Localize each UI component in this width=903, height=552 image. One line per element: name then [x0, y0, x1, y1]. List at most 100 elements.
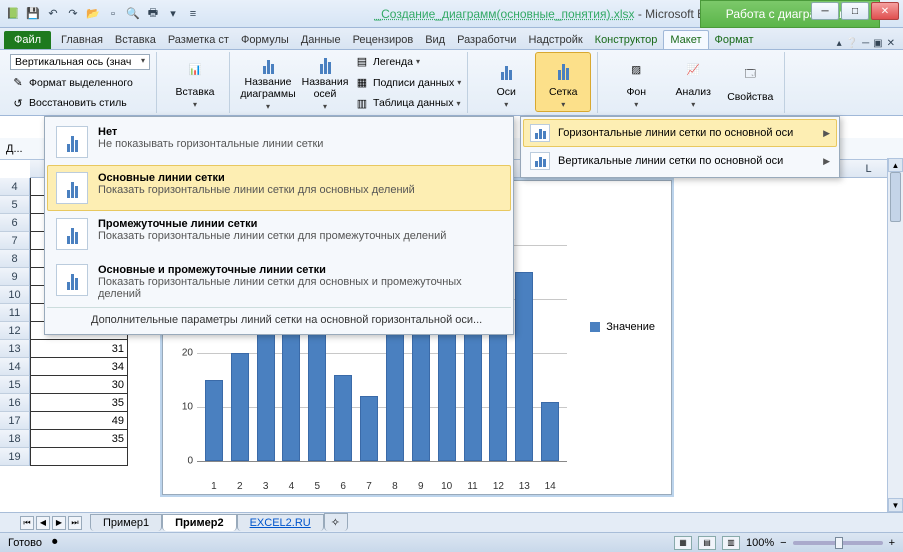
- tab-insert[interactable]: Вставка: [109, 31, 162, 49]
- row-header[interactable]: 11: [0, 304, 30, 322]
- horizontal-gridlines-item[interactable]: Горизонтальные линии сетки по основной о…: [523, 119, 837, 147]
- minimize-ribbon-icon[interactable]: ▴: [837, 38, 842, 49]
- axis-titles-button[interactable]: Названия осей▾: [297, 52, 353, 112]
- qat-customize-icon[interactable]: ≡: [184, 5, 202, 23]
- view-layout-icon[interactable]: ▤: [698, 536, 716, 550]
- vertical-scrollbar[interactable]: ▲ ▼: [887, 158, 903, 512]
- view-normal-icon[interactable]: ▦: [674, 536, 692, 550]
- tab-data[interactable]: Данные: [295, 31, 347, 49]
- view-pagebreak-icon[interactable]: ▥: [722, 536, 740, 550]
- insert-button[interactable]: 📊 Вставка▾: [167, 52, 223, 112]
- cell[interactable]: [30, 448, 128, 466]
- scroll-up-icon[interactable]: ▲: [888, 158, 903, 172]
- minimize-button[interactable]: ─: [811, 2, 839, 20]
- sheet-tab-2[interactable]: Пример2: [162, 514, 236, 531]
- sheet-tab-3[interactable]: EXCEL2.RU: [237, 514, 324, 531]
- tab-pagelayout[interactable]: Разметка ст: [162, 31, 235, 49]
- cell[interactable]: 35: [30, 430, 128, 448]
- print-icon[interactable]: 🖶: [144, 5, 162, 23]
- gridlines-more-options[interactable]: Дополнительные параметры линий сетки на …: [47, 307, 511, 332]
- tab-formulas[interactable]: Формулы: [235, 31, 295, 49]
- gridlines-button[interactable]: Сетка▾: [535, 52, 591, 112]
- macro-record-icon[interactable]: ⏺: [52, 536, 58, 549]
- chart-bar[interactable]: [205, 380, 223, 461]
- new-icon[interactable]: ▫: [104, 5, 122, 23]
- chart-title-button[interactable]: Название диаграммы▾: [240, 52, 296, 112]
- file-tab[interactable]: Файл: [4, 31, 51, 49]
- tab-home[interactable]: Главная: [55, 31, 109, 49]
- row-header[interactable]: 7: [0, 232, 30, 250]
- new-sheet-button[interactable]: ✧: [324, 513, 348, 531]
- gridlines-both-item[interactable]: Основные и промежуточные линии сеткиПока…: [47, 257, 511, 307]
- data-labels-button[interactable]: ▦Подписи данных ▾: [354, 73, 461, 93]
- qat-more-icon[interactable]: ▾: [164, 5, 182, 23]
- doc-close-icon[interactable]: ✕: [887, 38, 895, 49]
- maximize-button[interactable]: □: [841, 2, 869, 20]
- zoom-level[interactable]: 100%: [746, 537, 774, 549]
- cell[interactable]: 49: [30, 412, 128, 430]
- tab-chart-format[interactable]: Формат: [709, 31, 760, 49]
- cell[interactable]: 30: [30, 376, 128, 394]
- background-button[interactable]: ▨ Фон▾: [608, 52, 664, 112]
- row-header[interactable]: 14: [0, 358, 30, 376]
- chart-bar[interactable]: [334, 375, 352, 461]
- properties-button[interactable]: 🗔 Свойства: [722, 52, 778, 112]
- axes-button[interactable]: Оси▾: [478, 52, 534, 112]
- sheet-nav-prev[interactable]: ◀: [36, 516, 50, 530]
- undo-icon[interactable]: ↶: [44, 5, 62, 23]
- row-header[interactable]: 12: [0, 322, 30, 340]
- sheet-nav-first[interactable]: ⏮: [20, 516, 34, 530]
- row-header[interactable]: 19: [0, 448, 30, 466]
- chart-bar[interactable]: [515, 272, 533, 461]
- row-header[interactable]: 4: [0, 178, 30, 196]
- scroll-thumb[interactable]: [890, 172, 901, 222]
- row-header[interactable]: 5: [0, 196, 30, 214]
- cell[interactable]: 35: [30, 394, 128, 412]
- close-button[interactable]: ✕: [871, 2, 899, 20]
- tab-chart-layout[interactable]: Макет: [663, 30, 708, 49]
- analysis-button[interactable]: 📈 Анализ▾: [665, 52, 721, 112]
- tab-developer[interactable]: Разработчи: [451, 31, 522, 49]
- row-header[interactable]: 15: [0, 376, 30, 394]
- chart-bar[interactable]: [308, 315, 326, 461]
- row-header[interactable]: 8: [0, 250, 30, 268]
- gridlines-minor-item[interactable]: Промежуточные линии сеткиПоказать горизо…: [47, 211, 511, 257]
- zoom-slider-thumb[interactable]: [835, 537, 843, 549]
- doc-minimize-icon[interactable]: ─: [862, 38, 869, 49]
- gridlines-none-item[interactable]: НетНе показывать горизонтальные линии се…: [47, 119, 511, 165]
- open-icon[interactable]: 📂: [84, 5, 102, 23]
- row-header[interactable]: 17: [0, 412, 30, 430]
- redo-icon[interactable]: ↷: [64, 5, 82, 23]
- cell[interactable]: 34: [30, 358, 128, 376]
- scroll-down-icon[interactable]: ▼: [888, 498, 903, 512]
- doc-restore-icon[interactable]: ▣: [873, 38, 882, 49]
- help-icon[interactable]: ❔: [846, 38, 858, 49]
- zoom-out-button[interactable]: −: [780, 537, 786, 549]
- chart-legend[interactable]: Значение: [590, 321, 655, 333]
- sheet-nav-last[interactable]: ⏭: [68, 516, 82, 530]
- format-selection-button[interactable]: ✎Формат выделенного: [10, 73, 150, 93]
- chart-bar[interactable]: [541, 402, 559, 461]
- sheet-tab-1[interactable]: Пример1: [90, 514, 162, 531]
- zoom-in-button[interactable]: +: [889, 537, 895, 549]
- tab-addins[interactable]: Надстройк: [522, 31, 588, 49]
- cell[interactable]: 31: [30, 340, 128, 358]
- chart-bar[interactable]: [231, 353, 249, 461]
- chart-bar[interactable]: [360, 396, 378, 461]
- tab-chart-design[interactable]: Конструктор: [589, 31, 664, 49]
- reset-style-button[interactable]: ↺Восстановить стиль: [10, 93, 150, 113]
- gridlines-major-item[interactable]: Основные линии сеткиПоказать горизонталь…: [47, 165, 511, 211]
- row-header[interactable]: 6: [0, 214, 30, 232]
- row-header[interactable]: 16: [0, 394, 30, 412]
- data-table-button[interactable]: ▥Таблица данных ▾: [354, 93, 461, 113]
- excel-icon[interactable]: 📗: [4, 5, 22, 23]
- row-header[interactable]: 9: [0, 268, 30, 286]
- zoom-slider[interactable]: [793, 541, 883, 545]
- row-header[interactable]: 13: [0, 340, 30, 358]
- vertical-gridlines-item[interactable]: Вертикальные линии сетки по основной оси…: [523, 147, 837, 175]
- tab-review[interactable]: Рецензиров: [347, 31, 420, 49]
- tab-view[interactable]: Вид: [419, 31, 451, 49]
- row-header[interactable]: 18: [0, 430, 30, 448]
- sheet-nav-next[interactable]: ▶: [52, 516, 66, 530]
- legend-button[interactable]: ▤Легенда ▾: [354, 52, 461, 72]
